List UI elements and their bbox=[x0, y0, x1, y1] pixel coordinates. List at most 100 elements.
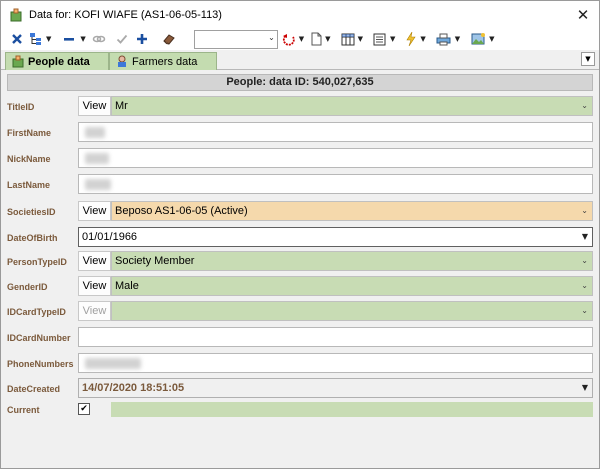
grid-icon bbox=[341, 33, 355, 45]
form-dropdown-icon[interactable]: ▼ bbox=[390, 35, 395, 43]
redacted-value bbox=[85, 153, 109, 164]
field-label: SocietiesID bbox=[7, 207, 56, 217]
print-button[interactable] bbox=[434, 29, 454, 49]
field-label: IDCardTypeID bbox=[7, 307, 66, 317]
chevron-down-icon: ⌄ bbox=[581, 206, 588, 215]
title-id-combo[interactable]: Mr ⌄ bbox=[111, 96, 593, 116]
image-icon bbox=[471, 33, 485, 45]
confirm-icon bbox=[116, 34, 127, 44]
window-title: Data for: KOFI WIAFE (AS1-06-05-113) bbox=[29, 8, 222, 21]
lightning-icon bbox=[406, 32, 416, 46]
close-icon: ✕ bbox=[576, 5, 590, 24]
toolbar: ▼ ▼ ⌄ ▼ ▼ ▼ ▼ ▼ ▼ ▼ bbox=[1, 28, 599, 50]
date-of-birth-picker[interactable]: 01/01/1966 ▼ bbox=[78, 227, 593, 247]
person-type-view-button[interactable]: View bbox=[78, 251, 111, 271]
title-view-button[interactable]: View bbox=[78, 96, 111, 116]
tree-dropdown-icon[interactable]: ▼ bbox=[46, 35, 51, 43]
lightning-dropdown-icon[interactable]: ▼ bbox=[420, 35, 425, 43]
close-record-button[interactable] bbox=[7, 29, 27, 49]
people-data-icon bbox=[12, 55, 24, 68]
tab-people-data[interactable]: People data bbox=[5, 52, 109, 70]
remove-dropdown-icon[interactable]: ▼ bbox=[80, 35, 85, 43]
person-type-id-value: Society Member bbox=[115, 255, 195, 267]
print-dropdown-icon[interactable]: ▼ bbox=[455, 35, 460, 43]
row-nick-name: NickName bbox=[3, 148, 597, 168]
people-data-panel: People: data ID: 540,027,635 TitleID Vie… bbox=[3, 71, 597, 466]
field-label: FirstName bbox=[7, 128, 52, 138]
link-icon bbox=[92, 35, 106, 43]
date-created-picker[interactable]: 14/07/2020 18:51:05 ▼ bbox=[78, 378, 593, 398]
tabs-menu-button[interactable]: ▼ bbox=[581, 52, 595, 66]
tab-farmers-data[interactable]: Farmers data bbox=[109, 52, 217, 70]
app-icon bbox=[10, 8, 22, 21]
redacted-value bbox=[85, 358, 141, 369]
undo-dropdown-icon[interactable]: ▼ bbox=[299, 35, 304, 43]
remove-icon bbox=[64, 38, 75, 41]
field-label: LastName bbox=[7, 180, 51, 190]
grid-button[interactable] bbox=[339, 29, 357, 49]
gender-id-value: Male bbox=[115, 280, 139, 292]
new-page-button[interactable] bbox=[308, 29, 324, 49]
image-button[interactable] bbox=[468, 29, 488, 49]
last-name-field[interactable] bbox=[78, 174, 593, 194]
add-button[interactable] bbox=[132, 29, 152, 49]
current-checkbox[interactable]: ✔ bbox=[78, 403, 90, 415]
row-title-id: TitleID View Mr ⌄ bbox=[3, 96, 597, 116]
close-window-button[interactable]: ✕ bbox=[567, 1, 599, 28]
row-id-card-type-id: IDCardTypeID View ⌄ bbox=[3, 301, 597, 321]
chevron-down-icon: ▼ bbox=[581, 383, 588, 392]
gender-view-button[interactable]: View bbox=[78, 276, 111, 296]
form-button[interactable] bbox=[371, 29, 389, 49]
check-icon: ✔ bbox=[80, 404, 88, 414]
add-icon bbox=[136, 34, 147, 44]
chevron-down-icon: ▼ bbox=[585, 55, 591, 63]
field-label: TitleID bbox=[7, 102, 35, 112]
app-window: Data for: KOFI WIAFE (AS1-06-05-113) ✕ ▼… bbox=[0, 0, 600, 469]
row-person-type-id: PersonTypeID View Society Member ⌄ bbox=[3, 251, 597, 271]
phone-numbers-field[interactable] bbox=[78, 353, 593, 373]
id-card-type-id-combo[interactable]: ⌄ bbox=[111, 301, 593, 321]
toolbar-combo[interactable]: ⌄ bbox=[193, 29, 278, 49]
chevron-down-icon: ⌄ bbox=[581, 256, 588, 265]
row-date-created: DateCreated 14/07/2020 18:51:05 ▼ bbox=[3, 378, 597, 398]
grid-dropdown-icon[interactable]: ▼ bbox=[358, 35, 363, 43]
link-button[interactable] bbox=[90, 29, 108, 49]
person-type-id-combo[interactable]: Society Member ⌄ bbox=[111, 251, 593, 271]
id-card-type-view-button[interactable]: View bbox=[78, 301, 111, 321]
chevron-down-icon: ⌄ bbox=[581, 281, 588, 290]
record-header: People: data ID: 540,027,635 bbox=[7, 74, 593, 91]
row-phone-numbers: PhoneNumbers bbox=[3, 353, 597, 373]
field-label: GenderID bbox=[7, 282, 48, 292]
id-card-number-field[interactable] bbox=[78, 327, 593, 347]
chevron-down-icon: ⌄ bbox=[581, 101, 588, 110]
societies-id-combo[interactable]: Beposo AS1-06-05 (Active) ⌄ bbox=[111, 201, 593, 221]
redacted-value bbox=[85, 127, 105, 138]
tab-label: Farmers data bbox=[132, 55, 198, 68]
society-view-button[interactable]: View bbox=[78, 201, 111, 221]
field-label: PersonTypeID bbox=[7, 257, 67, 267]
confirm-button[interactable] bbox=[112, 29, 132, 49]
form-icon bbox=[373, 33, 386, 45]
nick-name-field[interactable] bbox=[78, 148, 593, 168]
remove-button[interactable] bbox=[59, 29, 79, 49]
row-current: Current ✔ bbox=[3, 402, 597, 418]
eraser-button[interactable] bbox=[158, 29, 180, 49]
field-label: Current bbox=[7, 405, 40, 415]
new-page-dropdown-icon[interactable]: ▼ bbox=[325, 35, 330, 43]
eraser-icon bbox=[163, 34, 175, 45]
undo-icon bbox=[282, 34, 295, 46]
row-last-name: LastName bbox=[3, 174, 597, 194]
close-x-icon bbox=[12, 34, 22, 44]
field-label: NickName bbox=[7, 154, 51, 164]
tree-button[interactable] bbox=[27, 29, 45, 49]
undo-button[interactable] bbox=[280, 29, 298, 49]
image-dropdown-icon[interactable]: ▼ bbox=[489, 35, 494, 43]
first-name-field[interactable] bbox=[78, 122, 593, 142]
title-bar: Data for: KOFI WIAFE (AS1-06-05-113) ✕ bbox=[1, 1, 599, 28]
gender-id-combo[interactable]: Male ⌄ bbox=[111, 276, 593, 296]
tab-label: People data bbox=[28, 55, 90, 68]
lightning-button[interactable] bbox=[403, 29, 419, 49]
row-gender-id: GenderID View Male ⌄ bbox=[3, 276, 597, 296]
societies-id-value: Beposo AS1-06-05 (Active) bbox=[115, 205, 248, 217]
field-label: DateOfBirth bbox=[7, 233, 58, 243]
